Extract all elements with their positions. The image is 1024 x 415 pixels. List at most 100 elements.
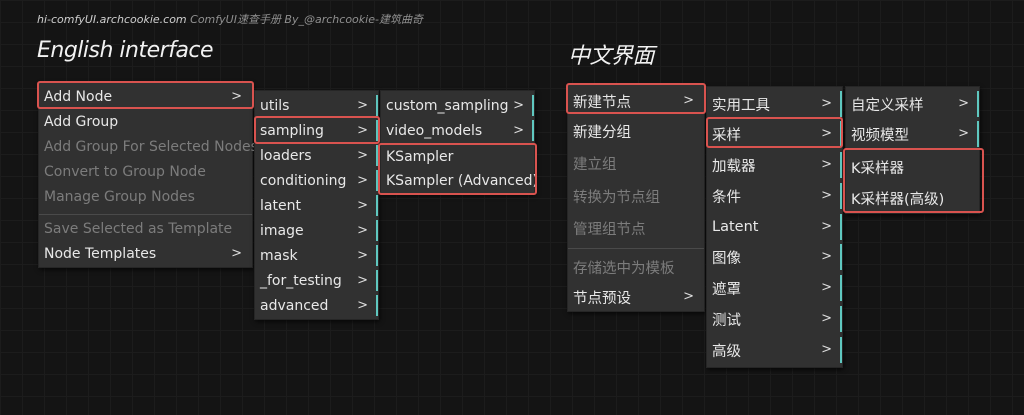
- chevron-right-icon: >: [357, 197, 368, 213]
- submenu-indicator: [840, 275, 842, 301]
- chevron-right-icon: >: [683, 92, 694, 108]
- menu-item-manage-group-nodes: Manage Group Nodes: [39, 185, 252, 209]
- submenu-indicator: [376, 245, 378, 266]
- sampling-label: K采样器: [851, 160, 905, 177]
- menu-item-add-group-zh[interactable]: 新建分组: [568, 116, 704, 146]
- sampling-label: 自定义采样: [851, 97, 924, 114]
- category-label: advanced: [260, 297, 329, 314]
- submenu-indicator: [376, 270, 378, 291]
- credit-site: hi-comfyUI.archcookie.com: [37, 13, 187, 26]
- english-section-title: English interface: [37, 38, 214, 63]
- sampling-label: 视频模型: [851, 127, 909, 144]
- chinese-context-menu: 新建节点 > 新建分组 建立组 转换为节点组 管理组节点 存储选中为模板 节点预…: [567, 84, 705, 312]
- category-item-utils-zh[interactable]: 实用工具 >: [707, 89, 842, 119]
- category-item-sampling-zh[interactable]: 采样 >: [707, 119, 842, 149]
- category-item-mask[interactable]: mask >: [255, 243, 378, 268]
- category-label: latent: [260, 197, 301, 214]
- menu-item-label: Convert to Group Node: [44, 164, 206, 180]
- english-category-menu: utils > sampling > loaders > conditioning > …: [254, 90, 379, 320]
- category-item-sampling[interactable]: sampling >: [255, 118, 378, 143]
- submenu-indicator: [977, 121, 979, 147]
- category-item-mask-zh[interactable]: 遮罩 >: [707, 273, 842, 303]
- category-item-loaders-zh[interactable]: 加载器 >: [707, 150, 842, 180]
- chevron-right-icon: >: [231, 88, 242, 104]
- menu-item-create-group-zh: 建立组: [568, 148, 704, 178]
- menu-item-add-node[interactable]: Add Node >: [39, 85, 252, 109]
- submenu-indicator: [840, 183, 842, 209]
- sampling-item-custom-sampling[interactable]: custom_sampling >: [381, 93, 534, 118]
- sampling-item-ksampler[interactable]: KSampler: [381, 144, 534, 169]
- category-label: 图像: [712, 250, 741, 267]
- chevron-right-icon: >: [357, 272, 368, 288]
- sampling-item-ksampler-advanced[interactable]: KSampler (Advanced): [381, 168, 538, 193]
- menu-item-label: Add Node: [44, 89, 113, 105]
- submenu-indicator: [840, 121, 842, 147]
- category-item-utils[interactable]: utils >: [255, 93, 378, 118]
- category-label: 高级: [712, 343, 741, 360]
- submenu-indicator: [376, 195, 378, 216]
- sampling-item-video-models-zh[interactable]: 视频模型 >: [846, 119, 979, 149]
- menu-item-add-group[interactable]: Add Group: [39, 110, 252, 134]
- category-item-conditioning-zh[interactable]: 条件 >: [707, 181, 842, 211]
- chevron-right-icon: >: [357, 297, 368, 313]
- category-label: conditioning: [260, 172, 347, 189]
- category-item-latent[interactable]: latent >: [255, 193, 378, 218]
- chevron-right-icon: >: [821, 248, 832, 264]
- menu-item-label: 节点预设: [573, 290, 631, 307]
- menu-item-label: 转换为节点组: [573, 189, 660, 206]
- chinese-category-menu: 实用工具 > 采样 > 加载器 > 条件 > Latent > 图像 > 遮罩 > 测试 > 高…: [706, 86, 843, 368]
- category-item-for-testing-zh[interactable]: 测试 >: [707, 304, 842, 334]
- category-item-advanced-zh[interactable]: 高级 >: [707, 335, 842, 365]
- chevron-right-icon: >: [958, 95, 969, 111]
- menu-item-add-node-zh[interactable]: 新建节点 >: [568, 86, 704, 116]
- chevron-right-icon: >: [958, 125, 969, 141]
- english-sampling-menu: custom_sampling > video_models > KSampler …: [380, 90, 538, 194]
- sampling-label: KSampler (Advanced): [386, 172, 538, 189]
- submenu-indicator: [532, 120, 534, 141]
- category-label: 采样: [712, 127, 741, 144]
- menu-item-convert-group-zh: 转换为节点组: [568, 181, 704, 211]
- sampling-item-custom-sampling-zh[interactable]: 自定义采样 >: [846, 89, 979, 119]
- menu-item-label: 存储选中为模板: [573, 260, 675, 277]
- category-item-image[interactable]: image >: [255, 218, 378, 243]
- category-label: 测试: [712, 312, 741, 329]
- submenu-indicator: [840, 214, 842, 240]
- sampling-item-ksampler-zh[interactable]: K采样器: [846, 152, 979, 182]
- category-label: _for_testing: [260, 272, 342, 289]
- sampling-item-video-models[interactable]: video_models >: [381, 118, 534, 143]
- chevron-right-icon: >: [821, 218, 832, 234]
- menu-item-label: Add Group: [44, 114, 119, 130]
- category-label: 加载器: [712, 158, 756, 175]
- category-label: mask: [260, 247, 298, 264]
- category-item-advanced[interactable]: advanced >: [255, 293, 378, 318]
- menu-item-save-template: Save Selected as Template: [39, 217, 252, 241]
- sampling-item-ksampler-advanced-zh[interactable]: K采样器(高级): [846, 183, 979, 213]
- chinese-section-title: 中文界面: [568, 44, 655, 69]
- chevron-right-icon: >: [821, 95, 832, 111]
- category-item-conditioning[interactable]: conditioning >: [255, 168, 378, 193]
- menu-item-save-template-zh: 存储选中为模板: [568, 252, 704, 282]
- submenu-indicator: [532, 95, 534, 116]
- category-item-image-zh[interactable]: 图像 >: [707, 242, 842, 272]
- english-context-menu: Add Node > Add Group Add Group For Selec…: [38, 82, 258, 268]
- submenu-indicator: [977, 91, 979, 117]
- chevron-right-icon: >: [821, 341, 832, 357]
- submenu-indicator: [376, 95, 378, 116]
- chevron-right-icon: >: [513, 122, 524, 138]
- menu-item-node-templates[interactable]: Node Templates >: [39, 242, 252, 266]
- sampling-label: K采样器(高级): [851, 191, 945, 208]
- menu-item-label: 新建节点: [573, 94, 631, 111]
- chevron-right-icon: >: [357, 97, 368, 113]
- chevron-right-icon: >: [821, 125, 832, 141]
- category-item-loaders[interactable]: loaders >: [255, 143, 378, 168]
- chevron-right-icon: >: [357, 222, 368, 238]
- category-item-for-testing[interactable]: _for_testing >: [255, 268, 378, 293]
- category-item-latent-zh[interactable]: Latent >: [707, 212, 842, 242]
- category-label: 条件: [712, 189, 741, 206]
- chevron-right-icon: >: [357, 122, 368, 138]
- chevron-right-icon: >: [357, 172, 368, 188]
- submenu-indicator: [840, 244, 842, 270]
- menu-item-convert-group-node: Convert to Group Node: [39, 160, 252, 184]
- menu-item-node-templates-zh[interactable]: 节点预设 >: [568, 282, 704, 312]
- chevron-right-icon: >: [821, 310, 832, 326]
